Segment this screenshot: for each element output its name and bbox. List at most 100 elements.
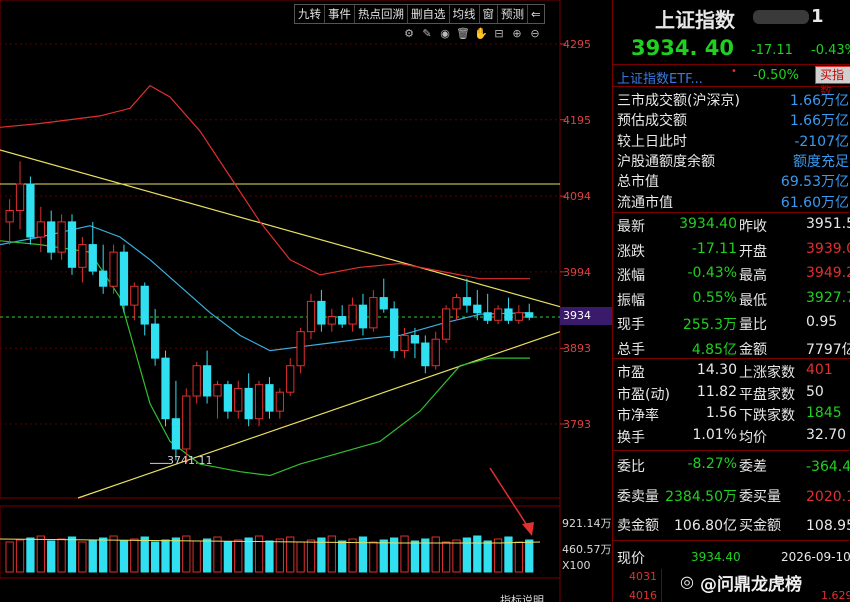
bottom-price-label: 现价 — [617, 551, 645, 567]
stat-value: 1.01% — [692, 426, 737, 443]
volume-bar — [234, 539, 243, 573]
candle-body — [410, 334, 420, 344]
volume-bar — [26, 537, 35, 573]
order-label: 买金额 — [739, 518, 781, 534]
volume-bar — [441, 541, 451, 573]
candle-body — [47, 221, 56, 253]
candle-body — [202, 365, 212, 397]
toolbar-back-button[interactable]: ⇐ — [528, 5, 544, 23]
market-row-label: 总市值 — [617, 174, 659, 191]
volume-bar — [452, 539, 461, 573]
etf-link[interactable]: 上证指数ETF... — [617, 68, 703, 87]
quote-value: 0.95 — [806, 314, 838, 330]
buy-index-button[interactable]: 买指数 — [815, 66, 850, 98]
order-label: 卖金额 — [617, 518, 659, 534]
quote-label: 总手 — [617, 341, 645, 358]
quote-value: -0.43% — [687, 265, 737, 281]
drawing-tools: ⚙ ✎ ◉ 🗑 ✋ ⊟ ⊕ ⊖ — [402, 27, 542, 41]
y-tick-label: 3793 — [563, 418, 591, 431]
quote-label: 最新 — [617, 219, 645, 235]
market-row: 总市值 69.53万亿 — [617, 171, 850, 191]
volume-max-label: 921.14万 — [562, 517, 612, 530]
candle-body — [379, 297, 388, 310]
indicator-help-link[interactable]: 指标说明 — [500, 592, 544, 602]
candle-body — [171, 418, 181, 450]
divider — [613, 450, 850, 451]
candle-body — [338, 316, 347, 325]
candle-body — [99, 270, 108, 287]
candle-body — [483, 312, 492, 321]
candle-body — [244, 387, 253, 420]
market-row: 较上日此时 -2107亿 — [617, 131, 850, 151]
candle-body — [119, 251, 129, 306]
zoom-in-icon[interactable]: ⊕ — [510, 27, 524, 41]
divider — [613, 212, 850, 213]
chart-toolbar: 九转 事件 热点回溯 删自选 均线 窗 预测 ⇐ — [294, 4, 545, 24]
chart-canvas[interactable] — [0, 0, 612, 602]
stat-value: 50 — [806, 383, 824, 400]
volume-bar — [99, 537, 108, 573]
candle-body — [286, 365, 295, 393]
stat-value: 1.56 — [705, 405, 737, 421]
pen-icon[interactable]: ✎ — [420, 27, 434, 41]
candle-body — [5, 210, 14, 223]
stat-value: 11.82 — [696, 383, 737, 400]
candle-body — [348, 304, 357, 325]
volume-bar — [410, 540, 420, 573]
market-row-label: 沪股通额度余额 — [617, 153, 715, 170]
lower-trend-line — [77, 331, 561, 499]
market-row-value: 69.53万亿 — [780, 174, 849, 191]
candle-body — [150, 323, 160, 359]
stat-label: 市盈 — [617, 365, 645, 381]
candle-body — [275, 391, 284, 412]
candle-body — [400, 334, 409, 352]
eye-icon[interactable]: ◉ — [438, 27, 452, 41]
candle-body — [109, 251, 118, 287]
hand-icon[interactable]: ✋ — [474, 27, 488, 41]
zoom-out-icon[interactable]: ⊖ — [528, 27, 542, 41]
volume-bar — [78, 541, 87, 573]
annotation-arrowhead — [522, 522, 534, 536]
quote-label: 最低 — [739, 292, 767, 309]
volume-bar — [525, 539, 534, 573]
volume-bar — [431, 536, 440, 573]
quote-value: 0.55% — [692, 289, 737, 306]
weibo-icon: ◎ — [680, 572, 694, 591]
toolbar-window-button[interactable]: 窗 — [480, 5, 498, 23]
volume-bar — [150, 541, 160, 573]
candle-body — [88, 244, 97, 272]
quote-value: 3934.40 — [679, 216, 737, 232]
volume-bar — [192, 540, 201, 573]
quote-value: 255.3万 — [682, 317, 737, 333]
quote-label: 现手 — [617, 317, 645, 333]
quote-label: 量比 — [739, 317, 767, 333]
volume-bar — [296, 541, 305, 573]
toolbar-jiuzhuan-button[interactable]: 九转 — [295, 5, 325, 23]
quote-value: 3951.51 — [806, 216, 850, 232]
volume-bar — [493, 538, 503, 573]
price-change: -17.11 — [751, 43, 793, 58]
candle-body — [452, 297, 461, 310]
kline-chart[interactable]: 九转 事件 热点回溯 删自选 均线 窗 预测 ⇐ ⚙ ✎ ◉ 🗑 ✋ ⊟ ⊕ ⊖… — [0, 0, 612, 602]
toolbar-remove-watch-button[interactable]: 删自选 — [408, 5, 450, 23]
candle-body — [504, 308, 513, 321]
candle-body — [317, 300, 326, 325]
trash-icon[interactable]: 🗑 — [456, 27, 470, 41]
toolbar-forecast-button[interactable]: 预测 — [498, 5, 528, 23]
lock-icon[interactable]: ⊟ — [492, 27, 506, 41]
candle-body — [514, 312, 523, 321]
toolbar-ma-button[interactable]: 均线 — [450, 5, 480, 23]
candle-body — [192, 365, 201, 397]
mini-chart-label: 4016 — [629, 589, 657, 602]
volume-bar — [15, 539, 25, 573]
current-price-marker: 3934 — [560, 307, 612, 325]
volume-bar — [202, 538, 212, 573]
toolbar-hotspot-button[interactable]: 热点回溯 — [355, 5, 408, 23]
volume-bar — [348, 538, 357, 573]
settings-icon[interactable]: ⚙ — [402, 27, 416, 41]
market-row-value: 1.66万亿 — [789, 113, 849, 130]
mini-chart-label: 4031 — [629, 570, 657, 583]
market-row-value: -2107亿 — [794, 133, 849, 150]
toolbar-events-button[interactable]: 事件 — [325, 5, 355, 23]
bottom-date: 2026-09-10, — [781, 550, 850, 564]
